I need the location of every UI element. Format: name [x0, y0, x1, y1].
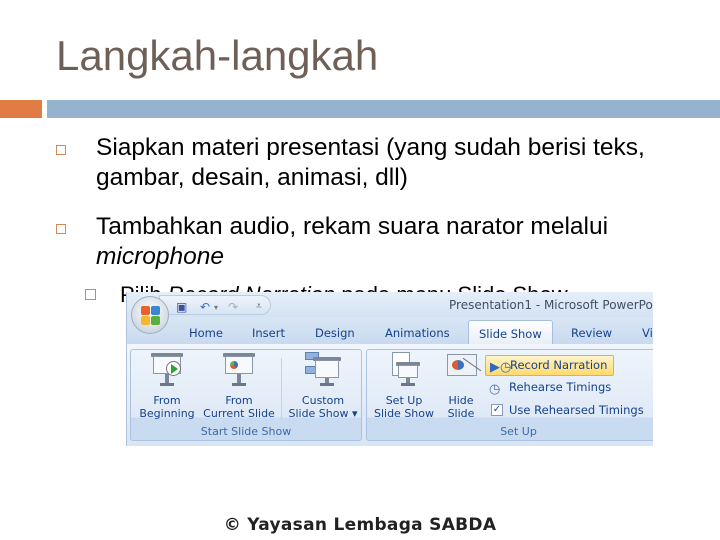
accent-bar-orange	[0, 100, 42, 118]
button-label-line1: Hide	[448, 394, 474, 407]
group-separator	[281, 358, 282, 420]
bullet-text-italic: microphone	[96, 243, 225, 270]
button-label-line2: Current Slide	[203, 407, 275, 420]
bullet-square-icon	[56, 224, 66, 234]
button-label: Rehearse Timings	[509, 380, 612, 394]
use-rehearsed-timings-checkbox[interactable]: ✓ Use Rehearsed Timings	[485, 401, 644, 422]
button-label-line2: Slide Show	[373, 407, 435, 420]
hide-slide-icon	[445, 352, 482, 388]
group-set-up: Set Up Slide Show Hide Slide ▶◷ Record N…	[366, 349, 653, 441]
undo-icon[interactable]: ↶	[200, 300, 210, 314]
group-label: Set Up	[500, 425, 537, 438]
tab-slide-show[interactable]: Slide Show	[468, 320, 553, 345]
from-current-slide-button[interactable]: From Current Slide	[201, 352, 277, 420]
office-logo-icon	[141, 306, 161, 326]
custom-slide-show-button[interactable]: Custom Slide Show ▾	[285, 352, 361, 420]
button-label: Record Narration	[510, 358, 608, 372]
bullet-square-icon	[56, 145, 66, 155]
record-narration-icon: ▶◷	[490, 360, 512, 375]
tab-review[interactable]: Review	[571, 326, 612, 340]
record-narration-button[interactable]: ▶◷ Record Narration	[485, 355, 615, 376]
bullet-item: Tambahkan audio, rekam suara narator mel…	[96, 212, 696, 272]
tab-design[interactable]: Design	[315, 326, 355, 340]
ribbon-panel: From Beginning From Current Slide Custom…	[127, 344, 653, 446]
tab-animations[interactable]: Animations	[385, 326, 450, 340]
floppy-disk-icon[interactable]: ▣	[176, 300, 187, 314]
slide-title: Langkah-langkah	[56, 32, 379, 79]
tab-home[interactable]: Home	[189, 326, 223, 340]
title-bar: ▣ ↶ ▾ ↷ ⩡ Presentation1 - Microsoft Powe…	[127, 292, 653, 317]
quick-access-toolbar: ▣ ↶ ▾ ↷ ⩡	[159, 295, 271, 315]
copyright-footer: © Yayasan Lembaga SABDA	[223, 515, 497, 535]
button-label-line2: Beginning	[139, 407, 195, 420]
group-label: Start Slide Show	[200, 425, 292, 438]
button-label-line1: Custom	[301, 394, 345, 407]
rehearse-timings-icon: ◷	[489, 382, 501, 397]
button-label-line2: Slide	[447, 407, 475, 420]
powerpoint-ribbon-screenshot: ▣ ↶ ▾ ↷ ⩡ Presentation1 - Microsoft Powe…	[126, 292, 653, 446]
button-label-line2: Slide Show ▾	[288, 407, 358, 420]
ribbon-tabs: Home Insert Design Animations Slide Show…	[127, 317, 653, 345]
projector-play-icon	[151, 352, 183, 388]
bullet-text: Tambahkan audio, rekam suara narator mel…	[96, 213, 609, 240]
checkbox-icon[interactable]: ✓	[491, 404, 503, 416]
button-label-line1: Set Up	[385, 394, 423, 407]
sub-bullet-square-icon	[85, 289, 96, 300]
office-button[interactable]	[131, 296, 169, 334]
custom-slideshow-icon	[305, 352, 341, 388]
from-beginning-button[interactable]: From Beginning	[135, 352, 199, 420]
tab-insert[interactable]: Insert	[252, 326, 285, 340]
setup-slideshow-icon	[388, 352, 420, 388]
undo-dropdown-icon[interactable]: ▾	[214, 303, 218, 312]
bullet-item: Siapkan materi presentasi (yang sudah be…	[96, 134, 645, 191]
rehearse-timings-button[interactable]: ◷ Rehearse Timings	[485, 378, 611, 399]
group-start-slide-show: From Beginning From Current Slide Custom…	[130, 349, 362, 441]
accent-bar-blue	[47, 100, 720, 118]
hide-slide-button[interactable]: Hide Slide	[441, 352, 482, 420]
projector-slide-icon	[223, 352, 255, 388]
customize-icon[interactable]: ⩡	[256, 301, 262, 312]
redo-icon[interactable]: ↷	[228, 300, 238, 314]
checkbox-label: Use Rehearsed Timings	[509, 403, 644, 417]
window-title: Presentation1 - Microsoft PowerPoint	[449, 298, 653, 312]
button-label-line1: From	[153, 394, 181, 407]
set-up-slide-show-button[interactable]: Set Up Slide Show	[369, 352, 439, 420]
button-label-line1: From	[225, 394, 253, 407]
tab-view[interactable]: View	[642, 326, 653, 340]
